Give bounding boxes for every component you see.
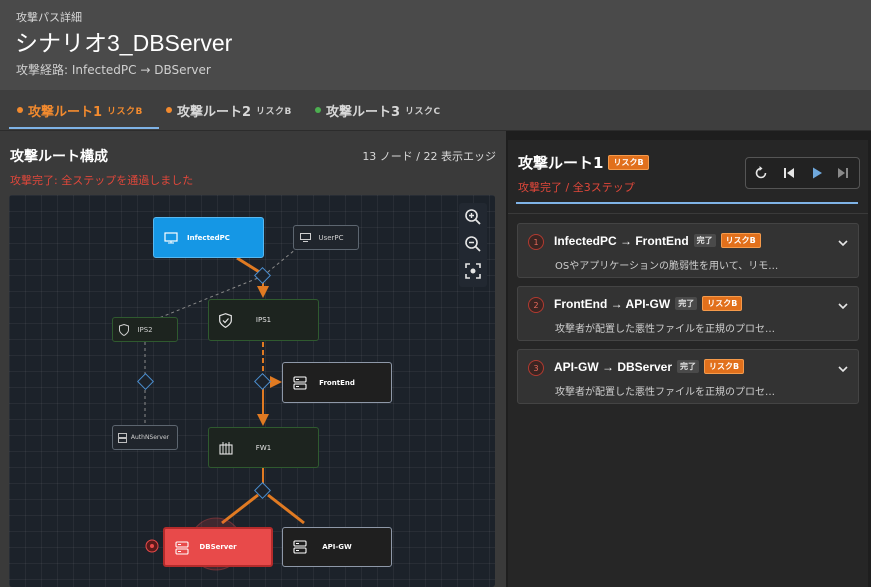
route-title: 攻撃ルート1 bbox=[518, 154, 604, 172]
node-front-end[interactable]: FrontEnd bbox=[282, 362, 392, 403]
node-label: API-GW bbox=[322, 543, 352, 551]
skip-back-button[interactable] bbox=[781, 165, 797, 181]
focus-icon bbox=[465, 263, 481, 279]
route-tabs: 攻撃ルート1 リスクB 攻撃ルート2 リスクB 攻撃ルート3 リスクC bbox=[0, 90, 871, 131]
chevron-down-icon[interactable] bbox=[837, 300, 849, 312]
step-number: 3 bbox=[528, 360, 544, 376]
step-risk-badge: リスクB bbox=[704, 359, 745, 374]
replay-button[interactable] bbox=[753, 165, 769, 181]
node-authn-server[interactable]: AuthNServer bbox=[112, 425, 178, 450]
attack-step-2[interactable]: 2 FrontEnd → API-GW 完了 リスクB 攻撃者が配置した悪性ファ… bbox=[517, 286, 859, 341]
chevron-down-icon[interactable] bbox=[837, 363, 849, 375]
node-label: InfectedPC bbox=[187, 233, 230, 242]
edge-attack bbox=[267, 493, 305, 525]
tab-status-dot bbox=[315, 107, 321, 113]
route-status: 攻撃完了 / 全3ステップ bbox=[518, 181, 635, 194]
playback-controls bbox=[745, 157, 860, 189]
risk-badge: リスクB bbox=[608, 155, 649, 170]
network-graph-canvas[interactable]: InfectedPC UserPC IPS2 IPS1 FrontEnd Aut… bbox=[9, 195, 495, 587]
edge-attack bbox=[236, 256, 262, 275]
route-structure-panel: 攻撃ルート構成 13 ノード / 22 表示エッジ 攻撃完了: 全ステップを通過… bbox=[0, 131, 506, 587]
step-number: 1 bbox=[528, 234, 544, 250]
tab-route-3[interactable]: 攻撃ルート3 リスクC bbox=[315, 90, 441, 130]
step-description: OSやアプリケーションの脆弱性を用いて、リモ… bbox=[555, 261, 779, 272]
step-done-badge: 完了 bbox=[693, 234, 716, 247]
attack-route-summary: 攻撃経路: InfectedPC → DBServer bbox=[16, 63, 211, 77]
skip-back-icon bbox=[784, 168, 794, 178]
zoom-controls bbox=[459, 203, 487, 287]
skip-forward-icon bbox=[838, 168, 848, 178]
node-user-pc[interactable]: UserPC bbox=[293, 225, 359, 250]
graph-counts: 13 ノード / 22 表示エッジ bbox=[362, 150, 496, 163]
junction-node[interactable] bbox=[254, 373, 271, 390]
zoom-in-icon bbox=[465, 209, 481, 225]
node-db-server[interactable]: DBServer bbox=[163, 527, 273, 567]
step-title: InfectedPC → FrontEnd bbox=[554, 233, 689, 248]
step-description: 攻撃者が配置した悪性ファイルを正規のプロセ… bbox=[555, 324, 775, 335]
attack-step-1[interactable]: 1 InfectedPC → FrontEnd 完了 リスクB OSやアプリケー… bbox=[517, 223, 859, 278]
node-label: IPS2 bbox=[137, 325, 153, 334]
junction-node[interactable] bbox=[137, 373, 154, 390]
detail-divider bbox=[508, 213, 868, 214]
edge-userpc bbox=[262, 248, 297, 277]
step-title-row: API-GW → DBServer 完了 リスクB bbox=[554, 359, 745, 374]
page-title: シナリオ3_DBServer bbox=[15, 30, 233, 56]
replay-icon bbox=[755, 166, 767, 179]
page-header: 攻撃パス詳細 シナリオ3_DBServer 攻撃経路: InfectedPC →… bbox=[0, 0, 871, 90]
node-label: DBServer bbox=[199, 543, 237, 551]
tab-status-dot bbox=[166, 107, 172, 113]
step-title-row: FrontEnd → API-GW 完了 リスクB bbox=[554, 296, 743, 311]
step-done-badge: 完了 bbox=[677, 360, 700, 373]
tab-risk-label: リスクB bbox=[107, 106, 143, 117]
node-label: FrontEnd bbox=[319, 378, 355, 387]
skip-forward-button[interactable] bbox=[835, 165, 851, 181]
step-title: FrontEnd → API-GW bbox=[554, 296, 671, 311]
node-label: IPS1 bbox=[255, 316, 272, 324]
step-number: 2 bbox=[528, 297, 544, 313]
node-ips2[interactable]: IPS2 bbox=[112, 317, 178, 342]
detail-divider bbox=[516, 202, 858, 204]
zoom-in-button[interactable] bbox=[463, 207, 483, 227]
step-description: 攻撃者が配置した悪性ファイルを正規のプロセ… bbox=[555, 387, 775, 398]
play-button[interactable] bbox=[809, 165, 825, 181]
step-done-badge: 完了 bbox=[675, 297, 698, 310]
route-detail-panel: 攻撃ルート1 リスクB 攻撃完了 / 全3ステップ 1 InfectedPC →… bbox=[508, 140, 868, 587]
step-risk-badge: リスクB bbox=[720, 233, 761, 248]
attack-status: 攻撃完了: 全ステップを通過しました bbox=[10, 174, 194, 187]
section-title: 攻撃ルート構成 bbox=[10, 149, 108, 165]
step-title: API-GW → DBServer bbox=[554, 359, 673, 374]
play-icon bbox=[813, 167, 822, 179]
active-tab-indicator bbox=[9, 127, 159, 129]
target-marker-dot bbox=[150, 544, 154, 548]
zoom-out-button[interactable] bbox=[463, 234, 483, 254]
node-label: UserPC bbox=[318, 233, 344, 242]
attack-step-3[interactable]: 3 API-GW → DBServer 完了 リスクB 攻撃者が配置した悪性ファ… bbox=[517, 349, 859, 404]
page-eyebrow: 攻撃パス詳細 bbox=[16, 11, 82, 24]
tab-label: 攻撃ルート3 bbox=[326, 104, 401, 120]
chevron-down-icon[interactable] bbox=[837, 237, 849, 249]
node-infected-pc[interactable]: InfectedPC bbox=[153, 217, 264, 258]
tab-risk-label: リスクC bbox=[405, 106, 441, 117]
tab-route-2[interactable]: 攻撃ルート2 リスクB bbox=[166, 90, 292, 130]
step-title-row: InfectedPC → FrontEnd 完了 リスクB bbox=[554, 233, 761, 248]
tab-route-1[interactable]: 攻撃ルート1 リスクB bbox=[17, 90, 143, 130]
tab-status-dot bbox=[17, 107, 23, 113]
step-risk-badge: リスクB bbox=[702, 296, 743, 311]
tab-label: 攻撃ルート1 bbox=[28, 104, 103, 120]
fit-view-button[interactable] bbox=[463, 261, 483, 281]
tab-risk-label: リスクB bbox=[256, 106, 292, 117]
node-label: AuthNServer bbox=[130, 434, 170, 441]
node-label: FW1 bbox=[255, 443, 272, 452]
route-detail-title: 攻撃ルート1 リスクB bbox=[518, 152, 649, 173]
node-fw1[interactable]: FW1 bbox=[208, 427, 319, 468]
edge-attack bbox=[221, 493, 259, 525]
zoom-out-icon bbox=[465, 236, 481, 252]
node-api-gw[interactable]: API-GW bbox=[282, 527, 392, 567]
node-ips1[interactable]: IPS1 bbox=[208, 299, 319, 341]
tab-label: 攻撃ルート2 bbox=[177, 104, 252, 120]
